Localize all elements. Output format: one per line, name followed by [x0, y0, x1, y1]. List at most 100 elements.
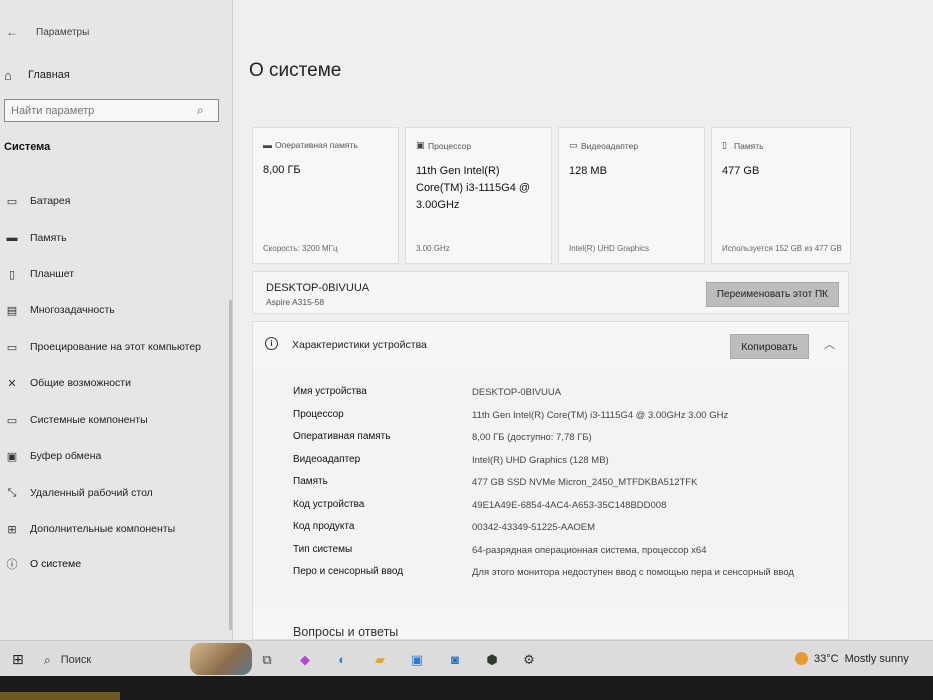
taskbar-search[interactable]: ⌕ Поиск	[36, 649, 186, 671]
bezel-reflection	[0, 692, 120, 700]
sidebar-item-label: Главная	[28, 69, 70, 81]
file-explorer-icon[interactable]: ▰	[371, 651, 389, 669]
card-title: Память	[734, 140, 764, 151]
sidebar-item-label: Батарея	[30, 195, 71, 207]
sidebar-item-remote[interactable]: ⤡ Удаленный рабочий стол	[0, 482, 230, 504]
sidebar-item-optional[interactable]: ⊞ Дополнительные компоненты	[0, 518, 230, 540]
title-bar: ← Параметры	[0, 22, 89, 42]
app-icon[interactable]: ⬢	[483, 651, 501, 669]
card-value: 477 GB	[722, 165, 760, 177]
summary-cards: ▬ Оперативная память 8,00 ГБ Скорость: 32…	[252, 127, 851, 264]
spec-key: Процессор	[293, 409, 344, 420]
spec-row: Имя устройства DESKTOP-0BIVUUA	[293, 386, 833, 400]
spec-row: Процессор 11th Gen Intel(R) Core(TM) i3-1…	[293, 409, 833, 423]
card-foot: Скорость: 3200 МГц	[263, 244, 338, 253]
sidebar-item-shared[interactable]: ✕ Общие возможности	[0, 372, 230, 394]
sidebar-item-label: Буфер обмена	[30, 450, 102, 462]
spec-value: 64-разрядная операционная система, проце…	[472, 545, 707, 556]
monitor-bezel	[0, 676, 933, 700]
sidebar-item-multitasking[interactable]: ▤ Многозадачность	[0, 299, 230, 321]
spec-key: Память	[293, 476, 328, 487]
sidebar-item-label: Удаленный рабочий стол	[30, 487, 153, 499]
ram-icon: ▬	[263, 140, 272, 150]
card-foot: Используется 152 GB из 477 GB	[722, 244, 842, 253]
spec-row: Перо и сенсорный ввод Для этого монитора …	[293, 566, 833, 580]
card-title: Процессор	[428, 140, 472, 151]
spec-row: Тип системы 64-разрядная операционная сис…	[293, 544, 833, 558]
disk-icon: ▯	[722, 140, 727, 150]
spec-key: Перо и сенсорный ввод	[293, 566, 404, 577]
rename-pc-button[interactable]: Переименовать этот ПК	[705, 282, 839, 307]
spec-value: DESKTOP-0BIVUUA	[472, 387, 562, 398]
spec-row: Оперативная память 8,00 ГБ (доступно: 7,7…	[293, 431, 833, 445]
device-specs-header[interactable]: i Характеристики устройства Копировать ︿	[253, 322, 848, 368]
spec-key: Оперативная память	[293, 431, 391, 442]
device-name: DESKTOP-0BIVUUA	[266, 282, 370, 294]
gpu-icon: ▭	[569, 140, 578, 150]
store-icon[interactable]: ▣	[408, 651, 426, 669]
weather-widget[interactable]: 33°C Mostly sunny	[795, 652, 909, 665]
about-icon: ⓘ	[6, 559, 18, 571]
card-title: Оперативная память	[275, 140, 358, 150]
device-specs-panel: i Характеристики устройства Копировать ︿…	[252, 321, 849, 640]
spec-key: Код устройства	[293, 499, 365, 510]
windows-start-icon[interactable]: ⊞	[12, 651, 24, 668]
search-icon[interactable]: ⌕	[197, 103, 204, 118]
sidebar-item-battery[interactable]: ▭ Батарея	[0, 190, 230, 212]
card-value: 11th Gen Intel(R) Core(TM) i3-1115G4 @ 3…	[416, 165, 531, 211]
sidebar-item-label: О системе	[30, 558, 82, 570]
spec-value: 11th Gen Intel(R) Core(TM) i3-1115G4 @ 3…	[472, 410, 729, 421]
device-name-bar: DESKTOP-0BIVUUA Aspire A315-58 Переимено…	[252, 271, 849, 314]
spec-key: Имя устройства	[293, 386, 367, 397]
settings-search-input[interactable]	[5, 104, 195, 117]
spec-value: 49E1A49E-6854-4AC4-A653-35C148BDD008	[472, 500, 667, 511]
projecting-icon: ▭	[6, 341, 18, 354]
sidebar-item-home[interactable]: ⌂ Главная	[4, 66, 70, 84]
spec-key: Видеоадаптер	[293, 454, 361, 465]
sidebar-item-components[interactable]: ▭ Системные компоненты	[0, 409, 230, 431]
copilot-icon[interactable]: ◆	[296, 651, 314, 669]
sidebar-item-label: Общие возможности	[30, 377, 131, 389]
system-components-icon: ▭	[6, 414, 18, 427]
remote-desktop-icon: ⤡	[7, 486, 17, 499]
multitasking-icon: ▤	[6, 304, 18, 317]
sidebar-scrollbar[interactable]	[229, 300, 232, 630]
spec-row: Память 477 GB SSD NVMe Micron_2450_MTFDKB…	[293, 476, 833, 490]
sidebar-item-label: Память	[30, 232, 67, 244]
copy-button[interactable]: Копировать	[730, 334, 809, 359]
device-model: Aspire A315-58	[266, 297, 325, 307]
taskbar: ⊞ ⌕ Поиск ⧉ ◆ ◐ ▰ ▣ ◙ ⬢ ⚙ 33°C Mostly su…	[0, 640, 933, 676]
settings-search-box[interactable]: ⌕	[4, 99, 219, 122]
card-value: 8,00 ГБ	[263, 164, 301, 176]
tablet-icon: ▯	[8, 268, 16, 281]
card-value: 128 MB	[569, 165, 607, 177]
back-arrow-icon[interactable]: ←	[0, 25, 24, 39]
settings-icon[interactable]: ⚙	[520, 651, 538, 669]
spec-row: Видеоадаптер Intel(R) UHD Graphics (128 M…	[293, 454, 833, 468]
sidebar-item-clipboard[interactable]: ▣ Буфер обмена	[0, 445, 230, 467]
card-foot: 3.00 GHz	[416, 244, 450, 253]
sun-icon	[795, 652, 808, 665]
outlook-icon[interactable]: ◙	[446, 651, 464, 669]
page-title: О системе	[249, 60, 342, 81]
edge-icon[interactable]: ◐	[333, 651, 351, 669]
shared-experiences-icon: ✕	[7, 377, 17, 390]
sidebar-item-projecting[interactable]: ▭ Проецирование на этот компьютер	[0, 336, 230, 358]
task-view-icon[interactable]: ⧉	[258, 651, 276, 669]
spec-value: 477 GB SSD NVMe Micron_2450_MTFDKBA512TF…	[472, 477, 698, 488]
sidebar-item-label: Проецирование на этот компьютер	[30, 341, 201, 353]
sidebar-item-label: Дополнительные компоненты	[30, 523, 176, 535]
spec-key: Тип системы	[293, 544, 353, 555]
spec-row: Код продукта 00342-43349-51225-AAOEM	[293, 521, 833, 535]
sidebar-item-label: Планшет	[30, 268, 75, 280]
search-highlight-image[interactable]	[190, 643, 252, 675]
sidebar-item-storage[interactable]: ▬ Память	[0, 227, 230, 249]
card-gpu: ▭ Видеоадаптер 128 MB Intel(R) UHD Graphi…	[558, 127, 705, 264]
chevron-up-icon[interactable]: ︿	[824, 336, 835, 352]
sidebar-item-tablet[interactable]: ▯ Планшет	[0, 263, 230, 285]
weather-desc: Mostly sunny	[844, 652, 909, 665]
home-icon: ⌂	[4, 67, 12, 83]
info-icon: i	[265, 337, 278, 350]
sidebar-item-about[interactable]: ⓘ О системе	[0, 553, 230, 575]
search-icon: ⌕	[44, 652, 51, 667]
